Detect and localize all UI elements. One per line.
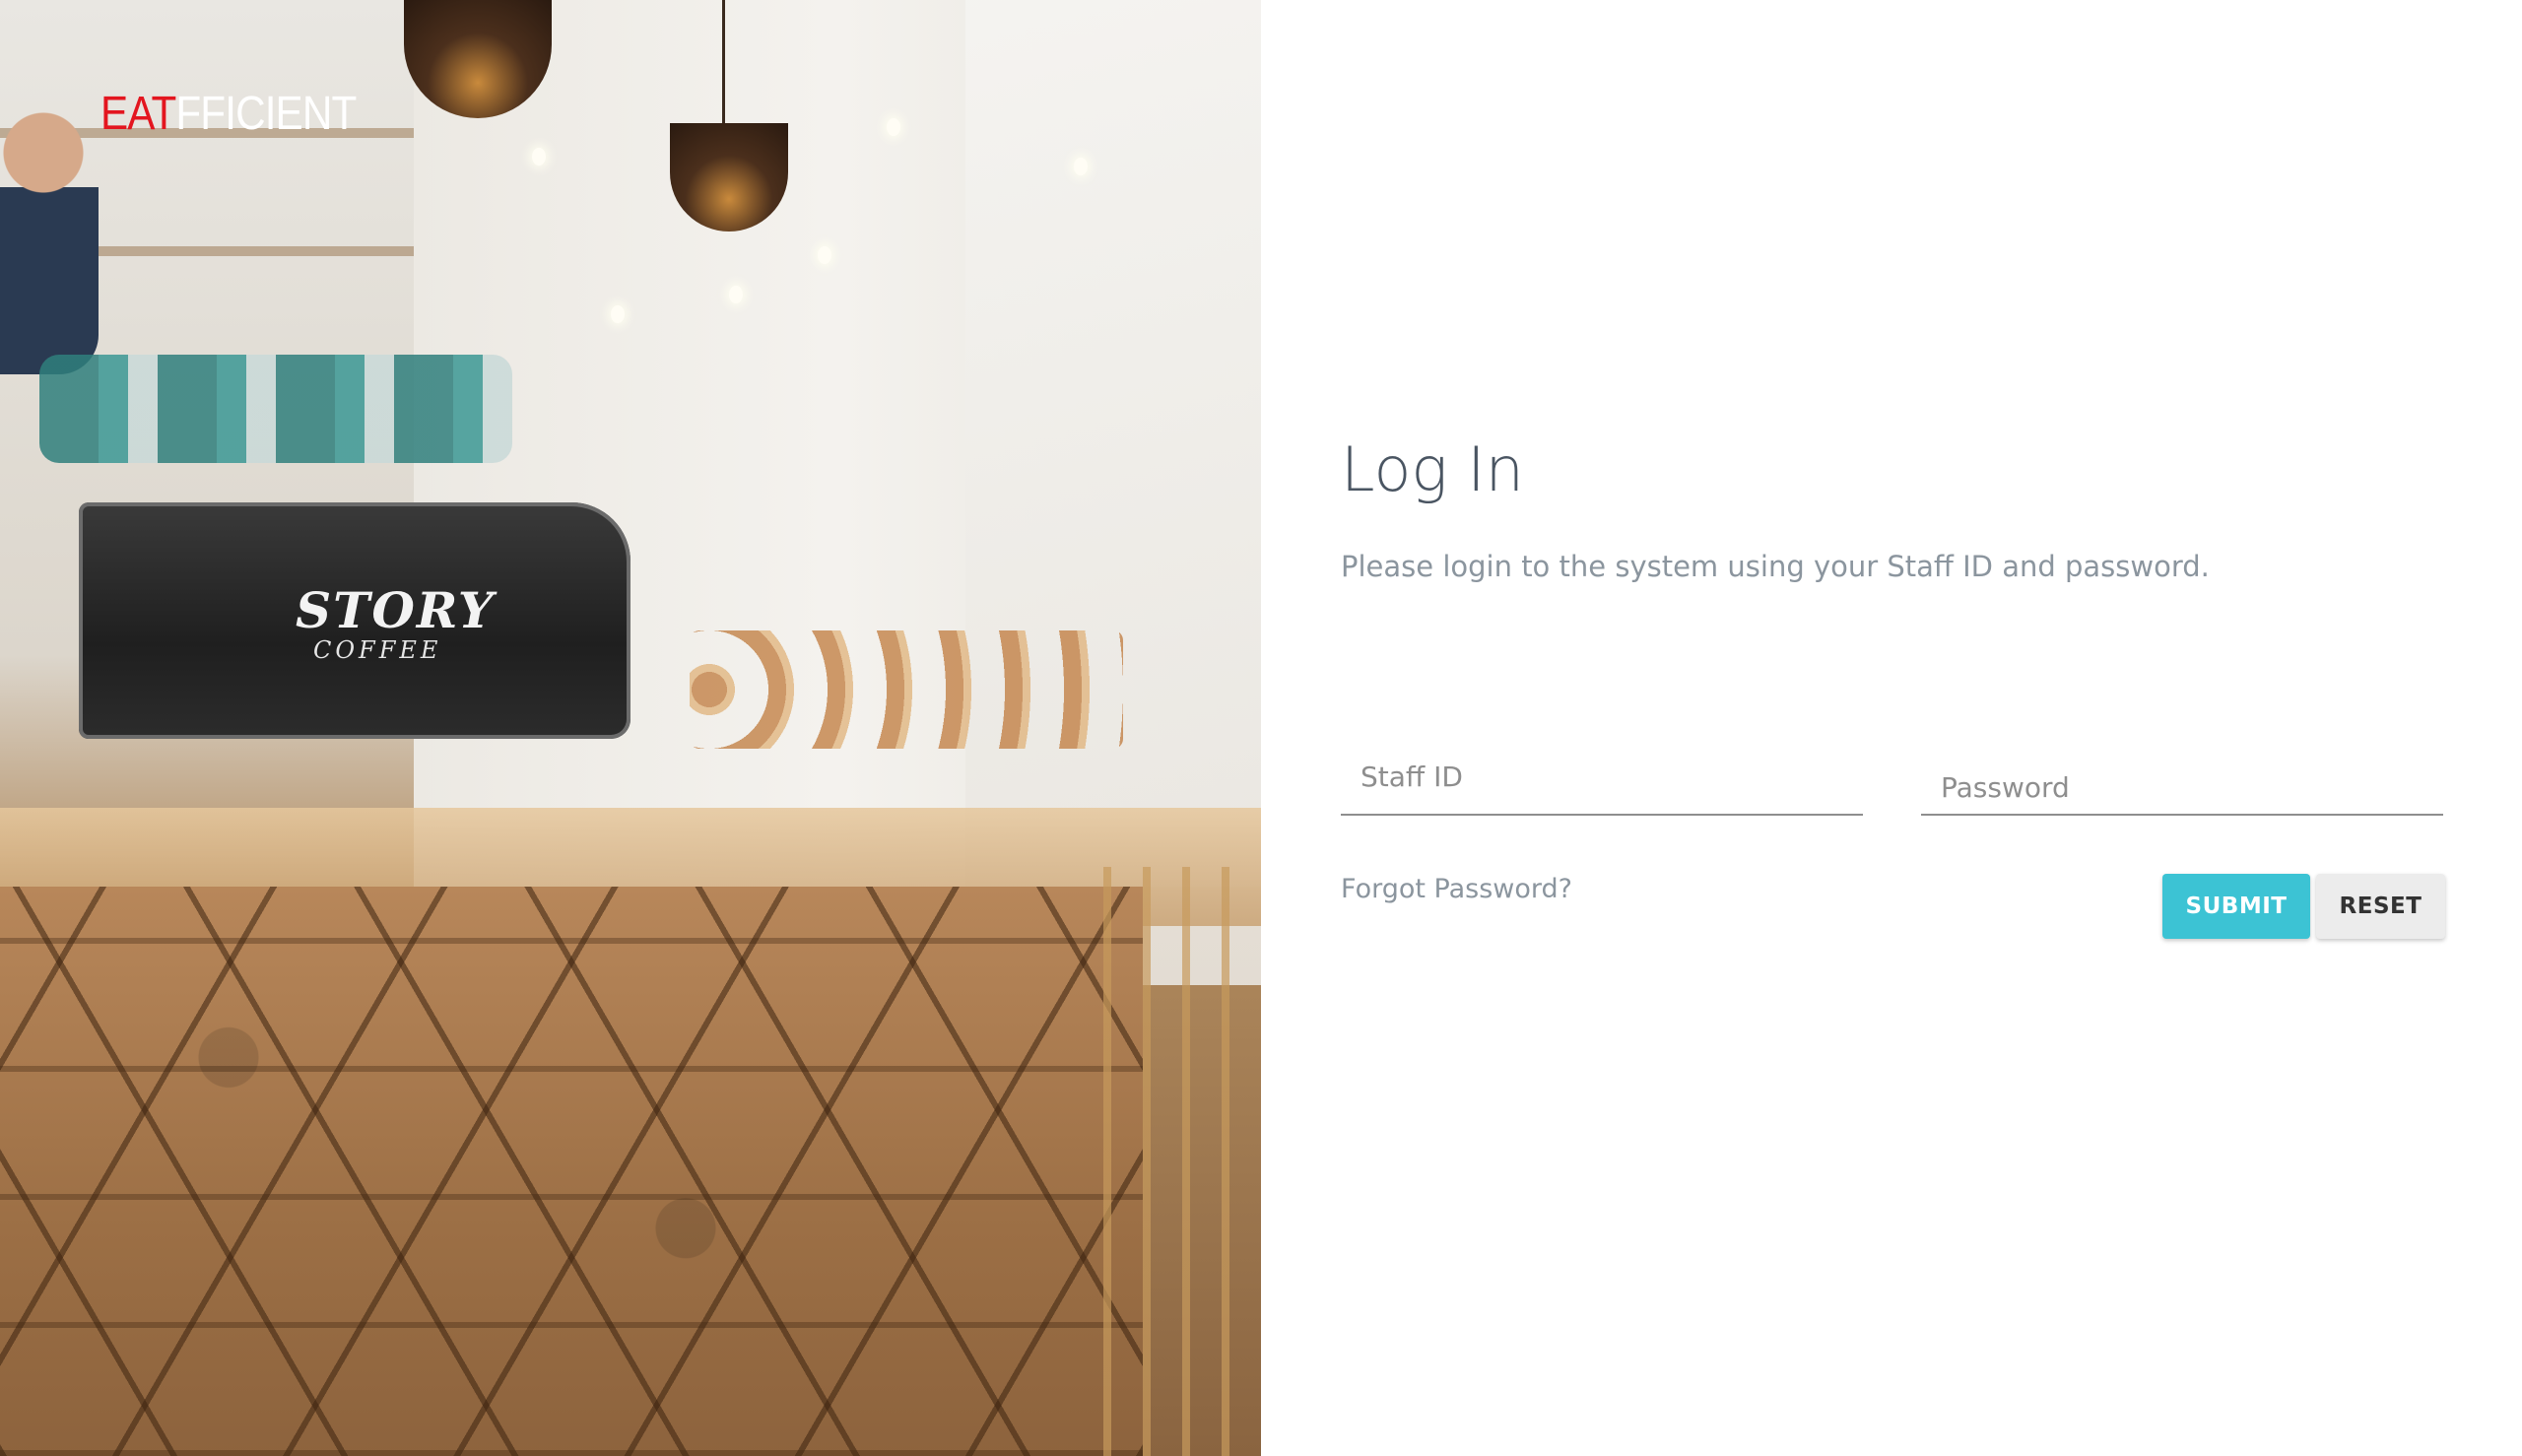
hero-image: STORY COFFEE EATFFICIENT <box>0 0 1261 1456</box>
logo-part-fficient: FFICIENT <box>175 88 357 140</box>
string-light <box>818 246 831 264</box>
string-light <box>729 286 743 303</box>
login-panel: Log In Please login to the system using … <box>1261 0 2522 1456</box>
eatfficient-logo: EATFFICIENT <box>100 87 357 141</box>
password-field <box>1921 741 2443 816</box>
string-light <box>532 148 546 165</box>
hexagon-counter <box>0 887 1143 1456</box>
submit-button[interactable]: SUBMIT <box>2162 874 2310 939</box>
machine-sign-coffee: COFFEE <box>313 636 442 664</box>
string-light <box>1074 158 1088 175</box>
cafe-chairs <box>1103 867 1261 1456</box>
coffee-cups <box>39 355 512 463</box>
string-light <box>887 118 900 136</box>
logo-part-eat: EAT <box>100 88 176 140</box>
reset-button[interactable]: RESET <box>2316 874 2445 939</box>
barista-figure <box>0 79 99 374</box>
forgot-password-link[interactable]: Forgot Password? <box>1341 874 1572 904</box>
staff-id-field <box>1341 741 1863 816</box>
login-page: STORY COFFEE EATFFICIENT Log In Please l… <box>0 0 2522 1456</box>
string-light <box>611 305 625 323</box>
login-instructions: Please login to the system using your St… <box>1341 550 2210 583</box>
pastry-display <box>690 630 1123 749</box>
page-title: Log In <box>1341 433 1524 505</box>
machine-sign-story: STORY <box>296 581 496 639</box>
staff-id-input[interactable] <box>1341 741 1863 812</box>
lamp-cord <box>722 0 725 128</box>
password-input[interactable] <box>1921 741 2443 812</box>
